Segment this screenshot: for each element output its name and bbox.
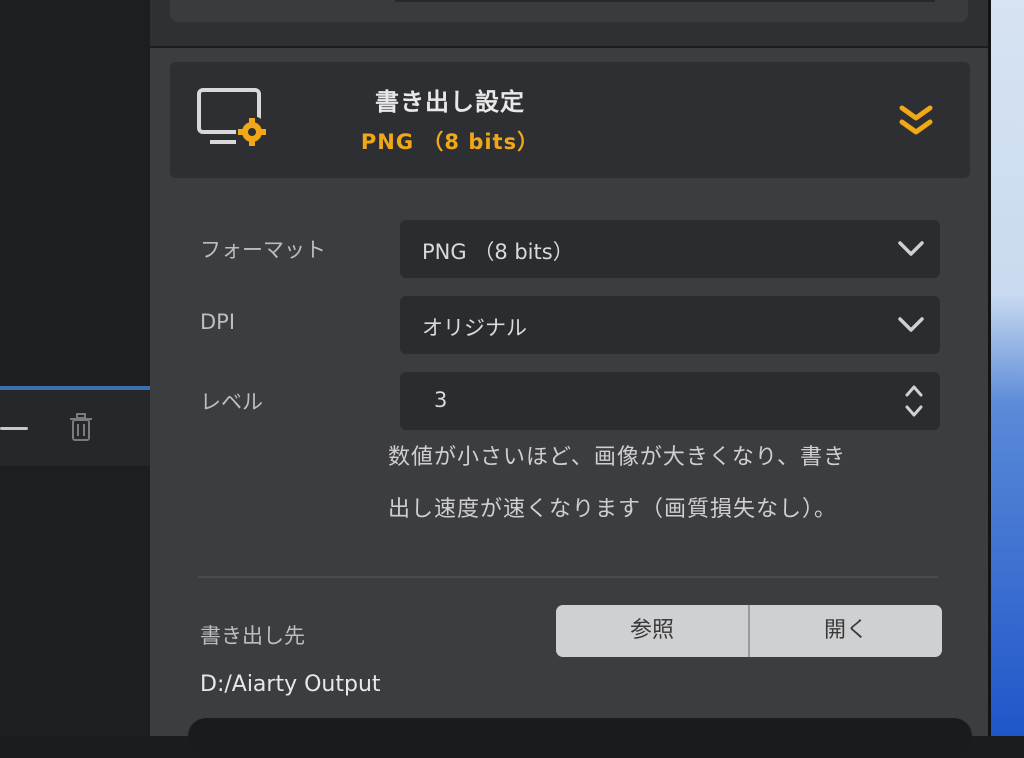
- left-pane: [0, 0, 150, 736]
- level-hint: 数値が小さいほど、画像が大きくなり、書き 出し速度が速くなります（画質損失なし）…: [388, 432, 958, 536]
- format-label: フォーマット: [200, 238, 326, 262]
- export-settings-header[interactable]: 書き出し設定 PNG （8 bits）: [170, 62, 970, 178]
- chevron-down-icon: [896, 238, 926, 260]
- output-label: 書き出し先: [200, 624, 305, 648]
- dpi-value: オリジナル: [422, 316, 527, 340]
- level-stepper[interactable]: 3: [400, 372, 940, 430]
- dpi-select[interactable]: オリジナル: [400, 296, 940, 354]
- previous-field: [395, 0, 935, 2]
- start-export-bar[interactable]: [188, 718, 972, 758]
- left-list-row[interactable]: [0, 386, 150, 466]
- browse-button[interactable]: 参照: [556, 605, 748, 657]
- format-value: PNG （8 bits）: [422, 240, 574, 264]
- output-path: D:/Aiarty Output: [200, 672, 381, 697]
- export-format-summary: PNG （8 bits）: [360, 130, 540, 154]
- level-label: レベル: [200, 390, 263, 414]
- previous-section: [150, 0, 988, 48]
- format-select[interactable]: PNG （8 bits）: [400, 220, 940, 278]
- selection-line: [0, 386, 150, 390]
- settings-panel: 書き出し設定 PNG （8 bits） フォーマット PNG （8 bits） …: [150, 0, 988, 758]
- output-button-group: 参照 開く: [556, 605, 942, 657]
- section-divider: [198, 576, 938, 578]
- trash-icon[interactable]: [64, 410, 98, 444]
- double-chevron-down-icon[interactable]: [896, 102, 936, 138]
- level-value: 3: [434, 388, 448, 412]
- level-hint-line-1: 数値が小さいほど、画像が大きくなり、書き: [388, 445, 847, 470]
- export-settings-title: 書き出し設定: [375, 88, 525, 116]
- slider-track[interactable]: [0, 427, 28, 430]
- chevron-down-icon: [896, 314, 926, 336]
- previous-card: [170, 0, 968, 22]
- dpi-label: DPI: [200, 310, 236, 334]
- desktop-wallpaper: [988, 0, 1024, 736]
- level-hint-line-2: 出し速度が速くなります（画質損失なし）。: [388, 497, 838, 522]
- window-border: [988, 0, 991, 736]
- open-folder-button[interactable]: 開く: [750, 605, 942, 657]
- spinner-arrows-icon[interactable]: [902, 380, 926, 422]
